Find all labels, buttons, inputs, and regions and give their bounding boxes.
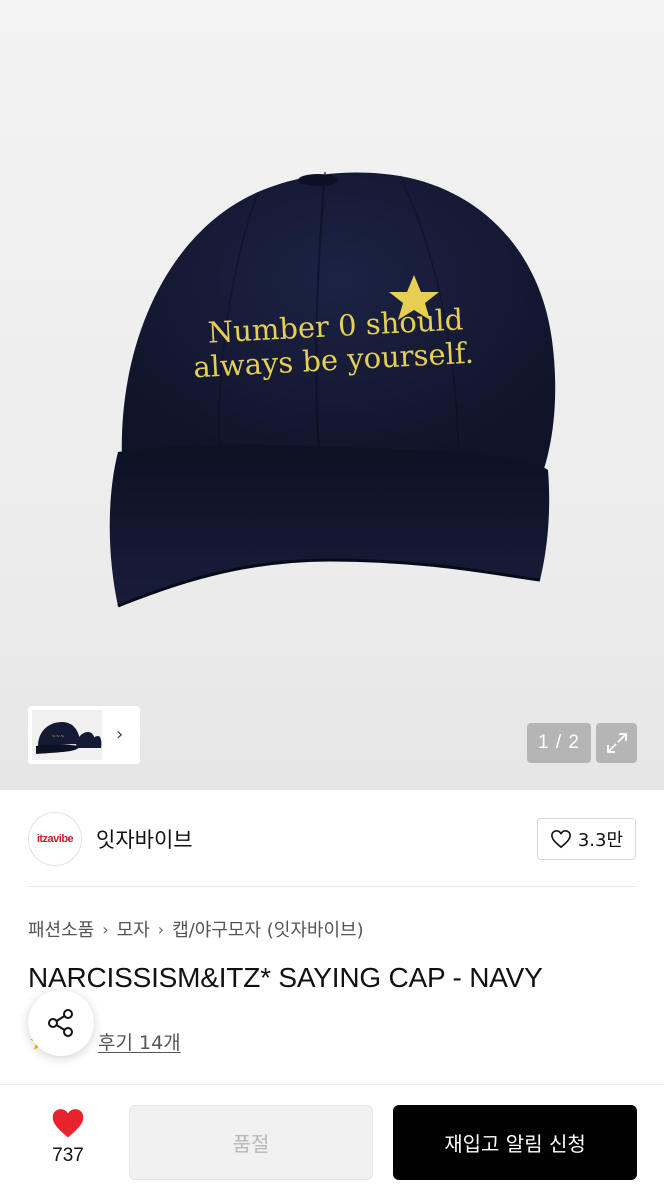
store-like-button[interactable]: 3.3만 <box>536 818 636 860</box>
store-name[interactable]: 잇자바이브 <box>96 824 193 854</box>
divider <box>28 886 636 887</box>
heart-filled-icon <box>52 1109 84 1138</box>
store-like-count: 3.3만 <box>577 830 623 851</box>
review-count-link[interactable]: 후기 14개 <box>98 1028 181 1055</box>
thumbnail-strip[interactable]: ~~~ › <box>28 706 140 764</box>
share-button[interactable] <box>28 990 94 1056</box>
bottom-action-bar: 737 품절 재입고 알림 신청 <box>0 1084 664 1200</box>
store-row[interactable]: itzavibe 잇자바이브 3.3만 <box>28 812 636 866</box>
breadcrumb: 패션소품 › 모자 › 캡/야구모자 (잇자바이브) <box>28 916 364 942</box>
expand-button[interactable] <box>596 723 637 763</box>
thumbnail-image[interactable]: ~~~ <box>32 710 102 760</box>
breadcrumb-item[interactable]: 캡/야구모자 (잇자바이브) <box>172 916 363 942</box>
chevron-right-icon: › <box>157 919 165 939</box>
store-logo[interactable]: itzavibe <box>28 812 82 866</box>
product-image-area[interactable]: Number 0 should always be yourself. ~~~ … <box>0 0 664 790</box>
svg-text:~~~: ~~~ <box>52 734 65 740</box>
breadcrumb-item[interactable]: 모자 <box>117 916 150 942</box>
wishlist-count: 737 <box>52 1145 84 1166</box>
wishlist-button[interactable]: 737 <box>28 1107 108 1167</box>
cap-product-image: Number 0 should always be yourself. <box>109 171 556 608</box>
share-icon <box>48 1009 73 1037</box>
restock-notify-button[interactable]: 재입고 알림 신청 <box>393 1105 637 1180</box>
breadcrumb-item[interactable]: 패션소품 <box>28 916 94 942</box>
product-title: NARCISSISM&ITZ* SAYING CAP - NAVY <box>28 962 543 993</box>
chevron-right-icon: › <box>102 919 109 939</box>
heart-outline-icon <box>550 829 571 849</box>
image-counter: 1 / 2 <box>527 723 591 763</box>
chevron-right-icon[interactable]: › <box>116 726 123 744</box>
soldout-button: 품절 <box>129 1105 373 1180</box>
expand-icon <box>606 733 627 753</box>
